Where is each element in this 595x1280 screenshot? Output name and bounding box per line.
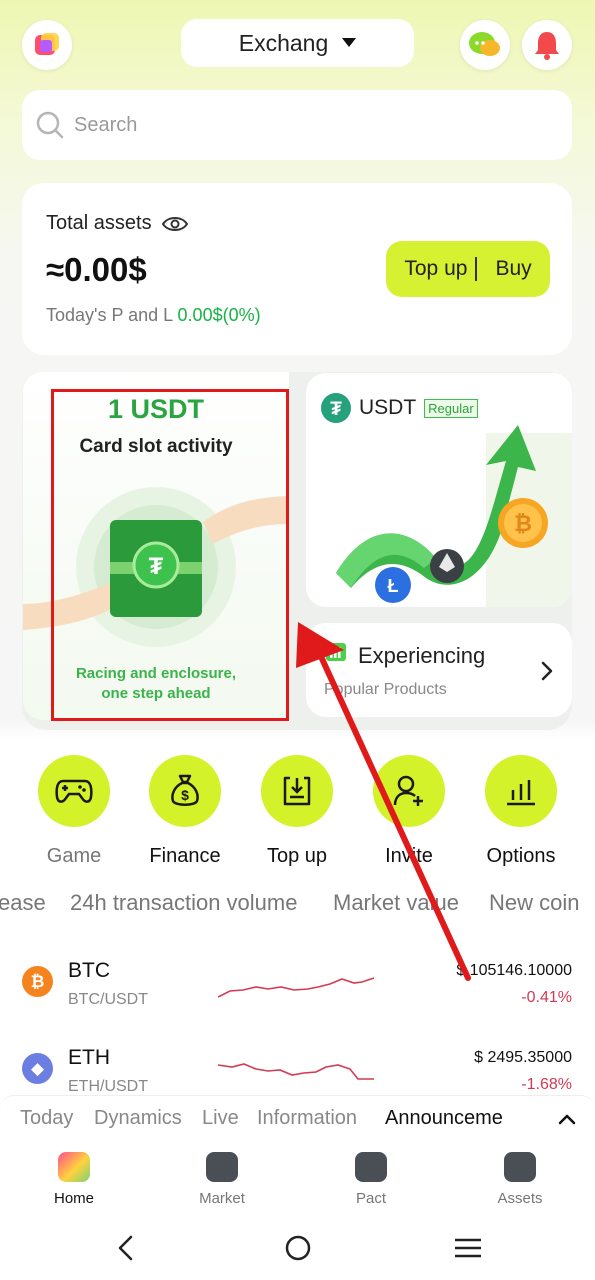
quick-action-finance[interactable]: $ Finance: [149, 755, 221, 868]
coin-price: $ 105146.10000: [456, 962, 572, 979]
usdt-promo-card[interactable]: ₿ Ł ₮ USDT Regular: [306, 373, 572, 607]
pl-label: Today's P and L: [46, 305, 173, 325]
buy-button[interactable]: Buy: [495, 257, 531, 281]
deposit-icon: [261, 755, 333, 827]
news-tabs: Today Dynamics Live Information Announce…: [0, 1095, 595, 1140]
nav-market[interactable]: Market: [177, 1152, 267, 1207]
coin-row-btc[interactable]: ₿ BTC BTC/USDT $ 105146.10000 -0.41%: [0, 950, 595, 1030]
usdt-coin-icon: ₮: [321, 393, 351, 423]
eth-sparkline: [218, 1063, 374, 1080]
bell-icon: [535, 32, 559, 60]
tab-24h-volume[interactable]: 24h transaction volume: [70, 890, 297, 916]
coin-pair: ETH/USDT: [68, 1078, 148, 1095]
coin-price: $ 2495.35000: [474, 1049, 572, 1066]
usdt-header: ₮ USDT Regular: [321, 393, 478, 423]
nav-label: Pact: [355, 1190, 386, 1207]
nav-pact[interactable]: Pact: [326, 1152, 416, 1207]
nav-assets[interactable]: Assets: [475, 1152, 565, 1207]
menu-icon[interactable]: [454, 1237, 482, 1259]
experiencing-card[interactable]: Experiencing Popular Products: [306, 623, 572, 717]
home-circle-icon[interactable]: [284, 1234, 312, 1262]
pact-icon: [355, 1152, 387, 1182]
search-icon: [36, 111, 64, 139]
divider: [475, 257, 478, 281]
total-assets-amount: ≈0.00$: [46, 251, 147, 288]
experiencing-subtitle: Popular Products: [324, 681, 447, 698]
eth-coin-icon: ◆: [22, 1053, 53, 1084]
news-tab-information[interactable]: Information: [257, 1107, 357, 1130]
news-tab-today[interactable]: Today: [20, 1107, 73, 1130]
app-logo-icon: [35, 33, 59, 55]
highlight-annotation-box: [51, 389, 289, 721]
chat-icon: [469, 32, 500, 56]
pl-value: 0.00$(0%): [177, 305, 261, 325]
news-tab-live[interactable]: Live: [202, 1107, 239, 1130]
eye-icon[interactable]: [161, 215, 188, 233]
btc-sparkline: [218, 977, 375, 998]
quick-action-options[interactable]: Options: [485, 755, 557, 868]
caret-down-icon: [342, 38, 357, 47]
nav-label: Assets: [497, 1190, 543, 1207]
usdt-coin-label: USDT: [359, 396, 417, 419]
back-icon[interactable]: [116, 1235, 136, 1261]
chat-button[interactable]: [460, 20, 510, 70]
coin-change: -0.41%: [521, 989, 572, 1006]
search-bar[interactable]: Search: [22, 90, 572, 160]
topup-buy-button-group: Top up Buy: [386, 241, 550, 297]
coin-change: -1.68%: [521, 1076, 572, 1093]
system-nav-bar: [0, 1215, 595, 1280]
quick-action-game[interactable]: Game: [38, 755, 110, 868]
total-assets-card: Total assets ≈0.00$ Today's P and L 0.00…: [22, 183, 572, 355]
quick-action-label: Game: [46, 845, 102, 867]
nav-home[interactable]: Home: [29, 1152, 119, 1207]
total-assets-label: Total assets: [46, 212, 152, 234]
market-tabs: ease 24h transaction volume Market value…: [0, 886, 595, 926]
svg-text:₿: ₿: [514, 511, 532, 536]
chevron-up-icon[interactable]: [558, 1113, 576, 1125]
quick-action-invite[interactable]: Invite: [373, 755, 445, 868]
coin-name: ETH: [68, 1046, 110, 1069]
quick-action-label: Top up: [266, 845, 328, 867]
svg-text:$: $: [181, 787, 189, 803]
exchange-label: Exchang: [238, 29, 329, 56]
tab-increase[interactable]: ease: [0, 890, 46, 916]
experience-chart-icon: [326, 643, 346, 661]
add-user-icon: [373, 755, 445, 827]
nav-label: Market: [199, 1190, 245, 1207]
home-icon: [58, 1152, 90, 1182]
market-icon: [206, 1152, 238, 1182]
svg-text:Ł: Ł: [388, 576, 399, 596]
topup-button[interactable]: Top up: [404, 257, 467, 281]
btc-coin-icon: ₿: [22, 966, 53, 997]
quick-action-label: Invite: [385, 845, 433, 867]
quick-action-label: Options: [486, 845, 556, 867]
search-placeholder: Search: [74, 113, 138, 136]
assets-icon: [504, 1152, 536, 1182]
news-tab-dynamics[interactable]: Dynamics: [94, 1107, 182, 1130]
notification-button[interactable]: [522, 20, 572, 70]
quick-action-topup[interactable]: Top up: [261, 755, 333, 868]
regular-badge: Regular: [424, 398, 478, 418]
app-logo-button[interactable]: [22, 20, 72, 70]
money-bag-icon: $: [149, 755, 221, 827]
svg-text:₮: ₮: [330, 399, 342, 420]
coin-pair: BTC/USDT: [68, 991, 148, 1008]
news-tab-announcement[interactable]: Announceme: [385, 1107, 503, 1130]
exchange-selector[interactable]: Exchang: [181, 19, 414, 67]
pl-row: Today's P and L 0.00$(0%): [46, 305, 261, 326]
tab-market-value[interactable]: Market value: [333, 890, 459, 916]
nav-label: Home: [53, 1190, 94, 1207]
bar-chart-icon: [485, 755, 557, 827]
quick-action-label: Finance: [149, 845, 221, 867]
experiencing-title: Experiencing: [358, 643, 486, 668]
tab-new-coin[interactable]: New coin: [489, 890, 579, 916]
gamepad-icon: [38, 755, 110, 827]
bottom-nav: Home Market Pact Assets: [0, 1140, 595, 1215]
chevron-right-icon: [541, 661, 553, 681]
coin-name: BTC: [68, 959, 110, 982]
